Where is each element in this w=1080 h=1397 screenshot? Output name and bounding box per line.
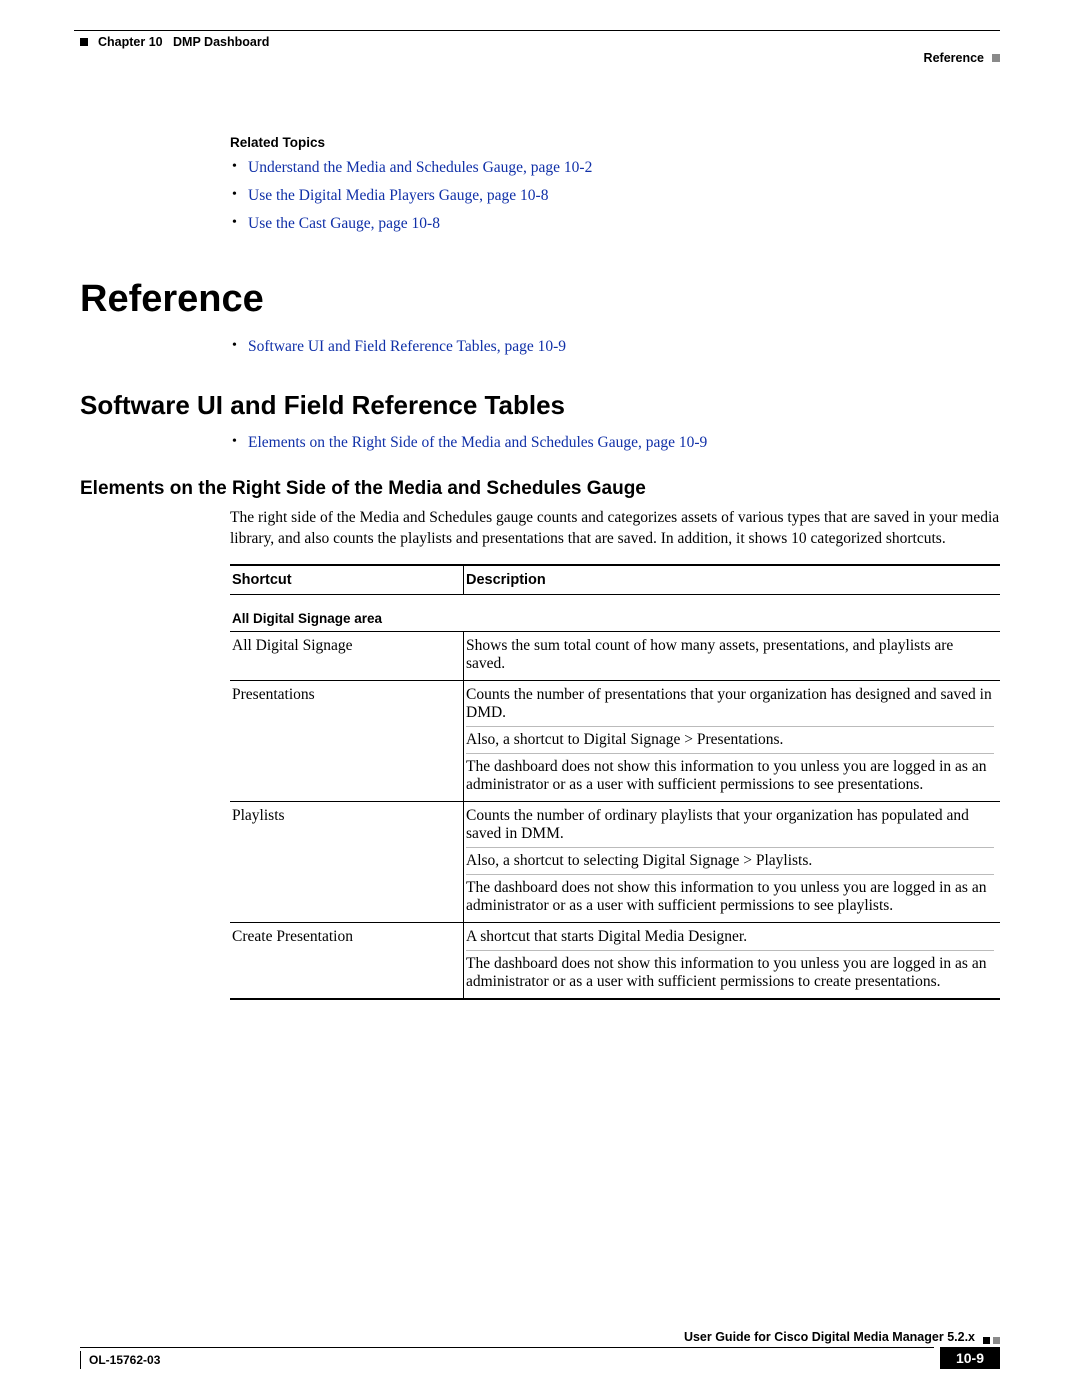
cell-shortcut: Presentations	[230, 680, 464, 801]
related-topics-list: Understand the Media and Schedules Gauge…	[230, 156, 1000, 236]
heading-reference: Reference	[80, 278, 1000, 321]
table-header-shortcut: Shortcut	[230, 565, 464, 595]
xref-link[interactable]: Understand the Media and Schedules Gauge…	[248, 159, 592, 176]
section-name: Reference	[924, 51, 984, 65]
xref-link[interactable]: Use the Digital Media Players Gauge, pag…	[248, 187, 548, 204]
related-topics-heading: Related Topics	[230, 135, 1000, 150]
xref-link[interactable]: Software UI and Field Reference Tables, …	[248, 338, 566, 355]
footer-guide-title: User Guide for Cisco Digital Media Manag…	[684, 1330, 975, 1344]
cell-para: A shortcut that starts Digital Media Des…	[466, 928, 994, 946]
table-row: Presentations Counts the number of prese…	[230, 680, 1000, 801]
related-topics-block: Related Topics Understand the Media and …	[230, 135, 1000, 236]
cell-para: Also, a shortcut to selecting Digital Si…	[466, 847, 994, 870]
footer-divider-icon	[80, 1351, 81, 1369]
header-marker-icon	[992, 54, 1000, 62]
footer-marker-icon	[983, 1337, 1000, 1344]
reference-table: Shortcut Description All Digital Signage…	[230, 564, 1000, 1000]
cell-para: The dashboard does not show this informa…	[466, 950, 994, 991]
cell-description: A shortcut that starts Digital Media Des…	[464, 922, 1001, 999]
table-section-label: All Digital Signage area	[230, 594, 1000, 631]
header-rule	[74, 30, 1000, 31]
cell-para: Also, a shortcut to Digital Signage > Pr…	[466, 726, 994, 749]
intro-paragraph: The right side of the Media and Schedule…	[230, 508, 1000, 550]
cell-para: The dashboard does not show this informa…	[466, 753, 994, 794]
table-row: Create Presentation A shortcut that star…	[230, 922, 1000, 999]
table-section-row: All Digital Signage area	[230, 594, 1000, 631]
software-ui-contents-list: Elements on the Right Side of the Media …	[230, 431, 1000, 456]
chapter-label: Chapter 10	[98, 35, 163, 49]
footer-page-number: 10-9	[940, 1347, 1000, 1369]
cell-para: Counts the number of ordinary playlists …	[466, 807, 994, 843]
cell-shortcut: All Digital Signage	[230, 631, 464, 680]
cell-description: Counts the number of presentations that …	[464, 680, 1001, 801]
table-header-description: Description	[464, 565, 1001, 595]
table-row: Playlists Counts the number of ordinary …	[230, 801, 1000, 922]
header-marker-icon	[80, 38, 88, 46]
cell-shortcut: Create Presentation	[230, 922, 464, 999]
xref-link[interactable]: Elements on the Right Side of the Media …	[248, 434, 707, 451]
cell-shortcut: Playlists	[230, 801, 464, 922]
running-header-right: Reference	[80, 51, 1000, 65]
table-row: All Digital Signage Shows the sum total …	[230, 631, 1000, 680]
cell-para: The dashboard does not show this informa…	[466, 874, 994, 915]
cell-description: Counts the number of ordinary playlists …	[464, 801, 1001, 922]
running-header-left: Chapter 10 DMP Dashboard	[80, 33, 1000, 49]
chapter-title: DMP Dashboard	[173, 35, 269, 49]
page-footer: User Guide for Cisco Digital Media Manag…	[80, 1330, 1000, 1369]
cell-para: Counts the number of presentations that …	[466, 686, 994, 722]
heading-software-ui: Software UI and Field Reference Tables	[80, 390, 1000, 421]
heading-elements-right-side: Elements on the Right Side of the Media …	[80, 478, 1000, 500]
reference-contents-list: Software UI and Field Reference Tables, …	[230, 335, 1000, 360]
footer-doc-id: OL-15762-03	[89, 1353, 160, 1367]
xref-link[interactable]: Use the Cast Gauge, page 10-8	[248, 215, 440, 232]
cell-para: Shows the sum total count of how many as…	[466, 637, 994, 673]
cell-description: Shows the sum total count of how many as…	[464, 631, 1001, 680]
